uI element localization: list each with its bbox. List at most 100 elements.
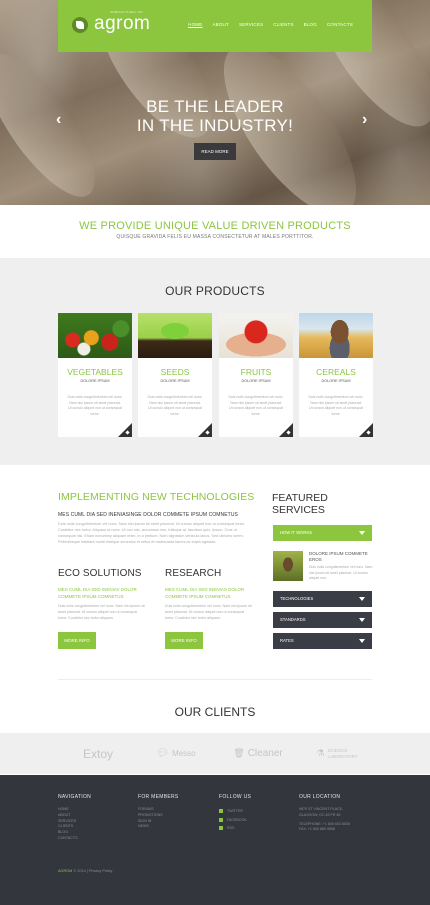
product-card-cereals[interactable]: CEREALS DOLORE IPSUM Duis nulis congultm… [299,313,373,437]
product-title: FRUITS [240,367,272,377]
logo-tagline: AGRICULTURAL CO. [110,10,144,14]
card-corner-icon[interactable] [279,423,293,437]
product-subtitle: DOLORE IPSUM [241,379,271,383]
flask-icon: ⚗ [316,748,325,758]
nav-about[interactable]: ABOUT [207,20,234,29]
privacy-policy-link[interactable]: © 2014 | Privacy Policy [73,869,112,873]
chevron-down-icon [359,618,365,622]
footer-navigation: NAVIGATION HOME ABOUT SERVICES CLIENTS B… [58,794,91,842]
product-subtitle: DOLORE IPSUM [321,379,351,383]
eco-subtitle: MES CUML DIA SED INENIAV DOLOR COMMETE I… [58,587,137,599]
card-corner-icon[interactable] [198,423,212,437]
hero-title-line1: BE THE LEADER [146,97,284,116]
footer-heading: OUR LOCATION [299,794,341,800]
footer-follow: FOLLOW US TWITTER FACEBOOK RSS [219,794,251,833]
chevron-down-icon [359,597,365,601]
hero-slider: agrom AGRICULTURAL CO. HOME ABOUT SERVIC… [0,0,430,205]
tech-subtitle: MES CUML DIA SED INENIASINGE DOLOR COMME… [58,512,238,518]
product-text: Duis nulis congultmentum vel nunc. Nam n… [228,395,284,416]
card-corner-icon[interactable] [118,423,132,437]
product-text: Duis nulis congultmentum vel nunc. Nam n… [308,395,364,416]
product-card-fruits[interactable]: FRUITS DOLORE IPSUM Duis nulis congultme… [219,313,293,437]
nav-home[interactable]: HOME [183,20,207,29]
tech-text: Duis nulis congultmentum vel nunc. Nam n… [58,522,245,544]
accordion-label: HOW IT WORKS [280,530,313,535]
leaf-logo-icon[interactable] [72,17,88,33]
cereals-image [299,313,373,358]
research-text: Duis nulis congultmentum vel nunc. Nam n… [165,604,252,620]
copyright-brand[interactable]: AGROM [58,869,72,873]
eco-title: ECO SOLUTIONS [58,568,142,579]
main-nav: HOME ABOUT SERVICES CLIENTS BLOG CONTACT… [183,20,358,29]
eco-more-info-button[interactable]: MORE INFO [58,632,96,649]
product-text: Duis nulis congultmentum vel nunc. Nam n… [147,395,203,416]
footer-heading: FOLLOW US [219,794,252,800]
featured-image [273,551,303,581]
fruits-image [219,313,293,358]
nav-clients[interactable]: CLIENTS [268,20,298,29]
fax: FAX: +1 800 889 9898 [299,827,335,832]
footer-heading: FOR MEMBERS [138,794,179,800]
footer: NAVIGATION HOME ABOUT SERVICES CLIENTS B… [0,775,430,905]
featured-item-text: Duis nulis congultmentum vel nunc. Nam n… [309,565,373,580]
footer-link[interactable]: CONTACTS [58,836,91,842]
accordion-label: STANDARDS [280,617,306,622]
twitter-link[interactable]: TWITTER [219,807,251,816]
speech-bubble-icon: 💬︎ [156,748,170,759]
product-card-seeds[interactable]: SEEDS DOLORE IPSUM Duis nulis congultmen… [138,313,212,437]
accordion-rates[interactable]: RATES [273,633,372,649]
card-corner-icon[interactable] [359,423,373,437]
product-subtitle: DOLORE IPSUM [160,379,190,383]
client-name: Messo [172,749,196,758]
featured-item-heading: DOLORE IPSUM COMMETE EROS [309,551,368,562]
nav-blog[interactable]: BLOG [299,20,322,29]
accordion-how-it-works[interactable]: HOW IT WORKS [273,525,372,541]
accordion-standards[interactable]: STANDARDS [273,612,372,628]
nav-contacts[interactable]: CONTACTS [322,20,358,29]
client-name: Cleaner [247,748,283,759]
client-logo-cleaner[interactable]: 🗑︎ Cleaner [222,733,294,774]
product-title: VEGETABLES [67,367,123,377]
nav-services[interactable]: SERVICES [234,20,268,29]
hero-title-line2: IN THE INDUSTRY! [136,116,294,135]
product-text: Duis nulis congultmentum vel nunc. Nam n… [67,395,123,416]
research-more-info-button[interactable]: MORE INFO [165,632,203,649]
facebook-icon [219,817,223,822]
footer-heading: NAVIGATION [58,794,92,800]
product-card-vegetables[interactable]: VEGETABLES DOLORE IPSUM Duis nulis congu… [58,313,132,437]
vegetables-image [58,313,132,358]
chevron-down-icon [359,531,365,535]
featured-title-line2: SERVICES [272,504,325,516]
tech-title: IMPLEMENTING NEW TECHNOLOGIES [58,491,255,503]
header-bar: agrom AGRICULTURAL CO. HOME ABOUT SERVIC… [58,0,372,52]
footer-location: OUR LOCATION 9870 ST VINCENT PLACE, GLAS… [299,794,350,833]
social-label: FACEBOOK [227,817,247,822]
client-logo-science-lab[interactable]: ⚗ SCIENCE LABORATORY [304,733,374,774]
facebook-link[interactable]: FACEBOOK [219,816,251,825]
footer-link[interactable]: NEWS [138,824,179,830]
client-name: Extoy [82,746,113,761]
logo-text[interactable]: agrom [94,13,150,35]
featured-title: FEATURED SERVICES [272,492,328,516]
rss-link[interactable]: RSS [219,824,251,833]
footer-members: FOR MEMBERS FORUMS PROMOTIONS SIGN IN NE… [138,794,179,830]
read-more-button[interactable]: READ MORE [194,143,236,160]
seeds-image [138,313,212,358]
copyright: AGROM © 2014 | Privacy Policy [58,869,112,873]
twitter-icon [219,809,223,814]
address-line: 9870 ST VINCENT PLACE, [299,807,344,811]
value-title: WE PROVIDE UNIQUE VALUE DRIVEN PRODUCTS [79,220,351,232]
accordion-label: RATES [280,638,294,643]
social-label: RSS [227,826,235,830]
clients-title: OUR CLIENTS [174,705,256,719]
social-label: TWITTER [227,809,243,813]
client-logo-messo[interactable]: 💬︎ Messo [140,733,212,774]
client-logo-extoy[interactable]: Extoy [58,733,138,774]
value-subtitle: QUISQUE GRAVIDA FELIS EU MASSA CONSECTET… [116,234,314,240]
accordion-label: TECHNOLOGIES [280,596,314,601]
products-section: OUR PRODUCTS VEGETABLES DOLORE IPSUM Dui… [0,258,430,465]
client-name: SCIENCE LABORATORY [327,747,358,759]
accordion-technologies[interactable]: TECHNOLOGIES [273,591,372,607]
clients-strip: Extoy 💬︎ Messo 🗑︎ Cleaner ⚗ SCIENCE LABO… [0,733,430,774]
product-title: CEREALS [316,367,356,377]
